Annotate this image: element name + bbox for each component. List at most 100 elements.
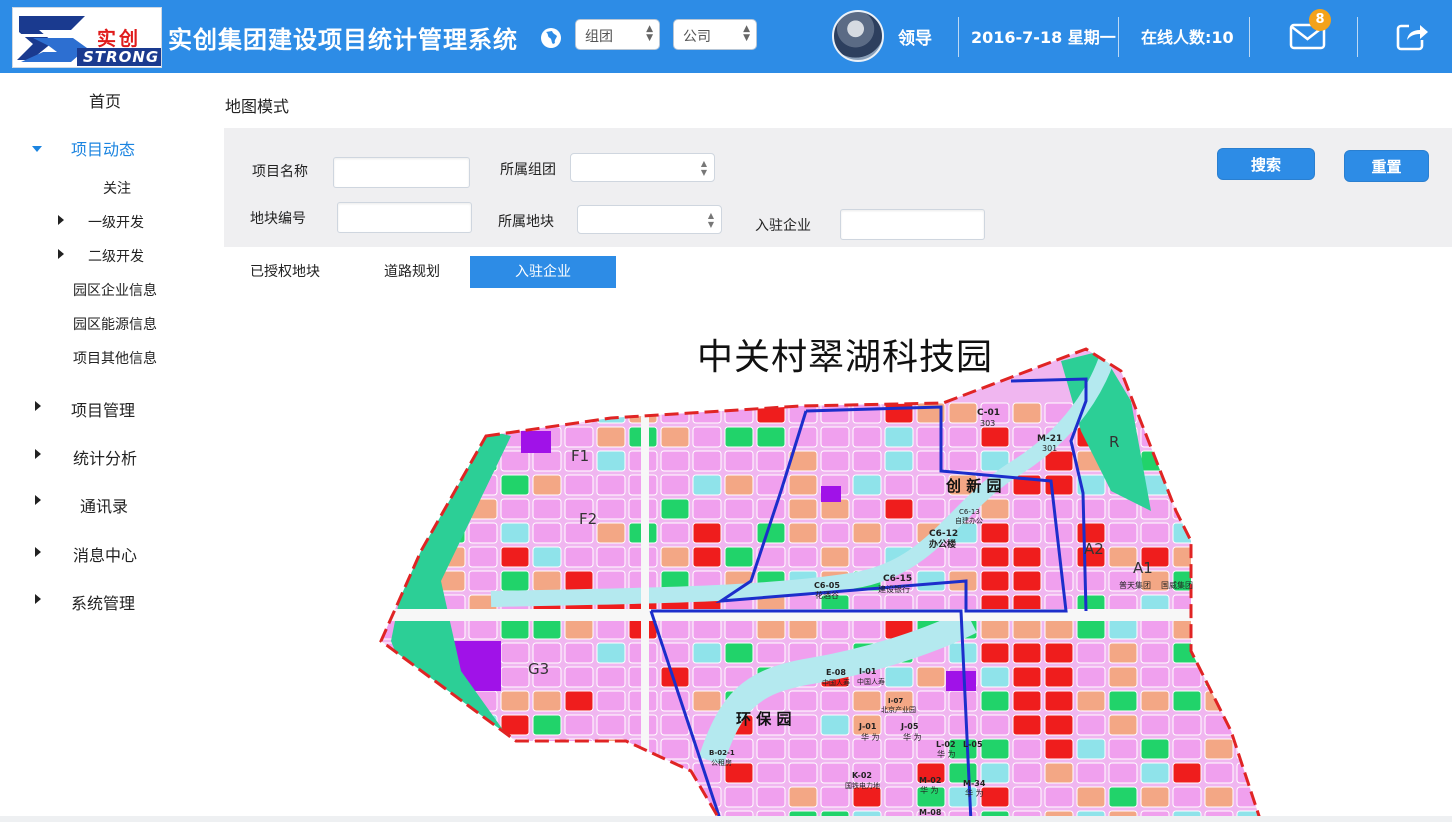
land-plot[interactable]	[596, 498, 626, 520]
land-plot[interactable]	[373, 426, 402, 448]
land-plot[interactable]	[564, 570, 594, 592]
land-plot[interactable]	[436, 762, 466, 784]
land-plot[interactable]	[596, 618, 626, 640]
land-plot[interactable]	[1140, 762, 1170, 784]
land-plot[interactable]	[1044, 618, 1074, 640]
land-plot[interactable]	[1236, 522, 1265, 544]
land-plot[interactable]	[532, 450, 562, 472]
land-plot[interactable]	[532, 474, 562, 496]
land-plot[interactable]	[468, 546, 498, 568]
land-plot[interactable]	[980, 426, 1010, 448]
land-plot[interactable]	[596, 714, 626, 736]
land-plot[interactable]	[660, 762, 690, 784]
land-plot[interactable]	[532, 402, 562, 424]
land-plot[interactable]	[724, 546, 754, 568]
land-plot[interactable]	[820, 738, 850, 760]
land-plot[interactable]	[468, 762, 498, 784]
land-plot[interactable]	[820, 618, 850, 640]
land-plot[interactable]	[660, 474, 690, 496]
land-plot[interactable]	[1204, 786, 1234, 808]
land-plot-special[interactable]	[521, 431, 551, 453]
land-plot[interactable]	[1236, 738, 1265, 760]
land-plot[interactable]	[1108, 690, 1138, 712]
sidebar-item-system-mgmt[interactable]: 系统管理	[71, 590, 135, 614]
land-plot[interactable]	[1108, 666, 1138, 688]
land-plot[interactable]	[660, 498, 690, 520]
land-plot[interactable]	[1172, 546, 1202, 568]
land-plot[interactable]	[1172, 402, 1202, 424]
land-plot[interactable]	[660, 738, 690, 760]
land-plot[interactable]	[724, 450, 754, 472]
land-plot[interactable]	[1012, 618, 1042, 640]
plot-no-input[interactable]	[337, 202, 472, 233]
land-plot[interactable]	[884, 738, 914, 760]
user-avatar[interactable]	[832, 10, 884, 62]
land-plot[interactable]	[884, 786, 914, 808]
land-plot[interactable]	[788, 786, 818, 808]
user-name[interactable]: 领导	[898, 24, 932, 49]
land-plot[interactable]	[628, 786, 658, 808]
land-plot[interactable]	[756, 786, 786, 808]
land-plot[interactable]	[500, 570, 530, 592]
logout-share-icon[interactable]	[1395, 20, 1429, 52]
land-plot[interactable]	[1172, 426, 1202, 448]
land-plot[interactable]	[373, 738, 402, 760]
land-plot[interactable]	[1204, 666, 1234, 688]
land-plot[interactable]	[1044, 738, 1074, 760]
land-plot[interactable]	[692, 426, 722, 448]
land-plot[interactable]	[373, 546, 402, 568]
land-plot[interactable]	[852, 738, 882, 760]
land-plot[interactable]	[373, 402, 402, 424]
land-plot[interactable]	[436, 402, 466, 424]
land-plot[interactable]	[916, 714, 946, 736]
land-plot[interactable]	[596, 642, 626, 664]
land-plot[interactable]	[564, 666, 594, 688]
land-plot[interactable]	[820, 714, 850, 736]
land-plot[interactable]	[788, 426, 818, 448]
land-plot[interactable]	[1140, 666, 1170, 688]
land-plot[interactable]	[404, 762, 434, 784]
land-plot[interactable]	[1236, 690, 1265, 712]
land-plot[interactable]	[1204, 546, 1234, 568]
land-plot[interactable]	[404, 786, 434, 808]
land-plot[interactable]	[1076, 666, 1106, 688]
land-plot[interactable]	[436, 426, 466, 448]
land-plot[interactable]	[1172, 762, 1202, 784]
land-plot[interactable]	[564, 642, 594, 664]
land-plot[interactable]	[564, 474, 594, 496]
land-plot[interactable]	[884, 522, 914, 544]
land-plot[interactable]	[1012, 666, 1042, 688]
land-plot[interactable]	[692, 618, 722, 640]
land-plot[interactable]	[1236, 642, 1265, 664]
land-plot[interactable]	[884, 474, 914, 496]
land-plot[interactable]	[1269, 595, 1297, 615]
land-plot[interactable]	[532, 762, 562, 784]
land-plot[interactable]	[1172, 690, 1202, 712]
land-plot[interactable]	[404, 738, 434, 760]
land-plot[interactable]	[916, 570, 946, 592]
land-plot[interactable]	[1140, 714, 1170, 736]
land-plot[interactable]	[852, 426, 882, 448]
land-plot[interactable]	[756, 642, 786, 664]
land-plot[interactable]	[1044, 642, 1074, 664]
land-plot[interactable]	[1204, 594, 1234, 616]
land-plot[interactable]	[756, 426, 786, 448]
land-plot[interactable]	[1236, 402, 1265, 424]
land-plot[interactable]	[1236, 426, 1265, 448]
land-plot[interactable]	[532, 522, 562, 544]
sidebar-item-level2-dev[interactable]: 二级开发	[88, 246, 144, 266]
land-plot[interactable]	[1269, 571, 1297, 591]
land-plot[interactable]	[1236, 786, 1265, 808]
land-plot[interactable]	[724, 642, 754, 664]
land-plot[interactable]	[916, 666, 946, 688]
land-plot[interactable]	[980, 546, 1010, 568]
land-plot[interactable]	[564, 690, 594, 712]
land-plot[interactable]	[820, 762, 850, 784]
land-plot[interactable]	[884, 402, 914, 424]
land-plot[interactable]	[692, 498, 722, 520]
sidebar-item-level1-dev[interactable]: 一级开发	[88, 212, 144, 232]
land-plot[interactable]	[980, 498, 1010, 520]
search-button[interactable]: 搜索	[1217, 148, 1315, 180]
land-plot[interactable]	[1108, 738, 1138, 760]
land-plot[interactable]	[1044, 570, 1074, 592]
